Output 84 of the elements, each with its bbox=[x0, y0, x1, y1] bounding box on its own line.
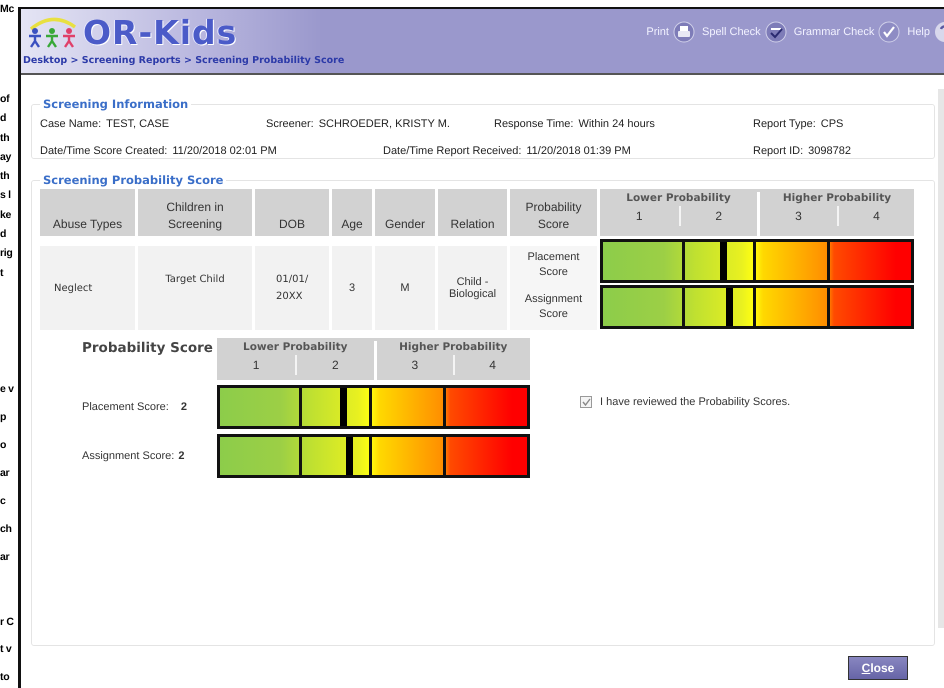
document-text-fragment: rig bbox=[0, 246, 13, 262]
scale-tick: 2 bbox=[295, 355, 374, 375]
checkbox[interactable] bbox=[580, 396, 592, 408]
toolbar-link[interactable]: Spell Check bbox=[700, 21, 789, 43]
document-text-fragment: Mc bbox=[0, 2, 14, 16]
section-title: Screening Information bbox=[42, 97, 190, 111]
document-text-fragment: th bbox=[0, 169, 10, 184]
field-label: Report Type: bbox=[753, 118, 816, 130]
column-header: Age bbox=[332, 189, 372, 236]
scale-tick: 2 bbox=[678, 206, 757, 226]
table-cell: Target Child bbox=[138, 246, 252, 330]
document-text-fragment: d bbox=[0, 111, 6, 126]
score-label: Placement Score: bbox=[82, 401, 169, 413]
document-text-fragment: ke bbox=[0, 208, 12, 223]
field-label: Date/Time Report Received: bbox=[383, 145, 522, 157]
toolbar-link[interactable]: Help bbox=[905, 21, 944, 43]
document-text-fragment: c bbox=[0, 494, 6, 509]
scale-label: Lower Probability bbox=[626, 192, 731, 204]
field-label: Date/Time Score Created: bbox=[40, 145, 168, 157]
scale-label: Lower Probability bbox=[243, 341, 348, 353]
field-value: 3098782 bbox=[808, 145, 851, 157]
document-text-fragment: t bbox=[0, 266, 4, 281]
document-text-fragment: s l bbox=[0, 188, 11, 204]
field-label: Report ID: bbox=[753, 145, 804, 157]
table-cell: M bbox=[375, 246, 435, 330]
field-label: Screener: bbox=[266, 118, 314, 130]
toolbar-link[interactable]: Grammar Check bbox=[792, 21, 902, 43]
column-header: Probability Score bbox=[510, 189, 597, 236]
score-value: 2 bbox=[178, 450, 184, 462]
field-value: TEST, CASE bbox=[106, 118, 170, 130]
document-text-fragment: ar bbox=[0, 550, 10, 565]
document-text-fragment: p bbox=[0, 410, 6, 425]
document-text-fragment: d bbox=[0, 227, 6, 242]
field-value: Within 24 hours bbox=[578, 118, 655, 130]
column-header: Abuse Types bbox=[40, 189, 135, 236]
section-title: Screening Probability Score bbox=[42, 173, 224, 187]
scale-tick: 4 bbox=[837, 206, 914, 226]
document-text-fragment: th bbox=[0, 130, 10, 146]
app-logo: OR-Kids bbox=[83, 12, 238, 52]
checkbox-label: I have reviewed the Probability Scores. bbox=[600, 396, 790, 408]
document-text-fragment: ar bbox=[0, 466, 10, 481]
field-value: 11/20/2018 01:39 PM bbox=[526, 145, 631, 157]
scale-tick: 1 bbox=[634, 208, 644, 225]
scale-label: Higher Probability bbox=[399, 341, 508, 353]
document-text-fragment: t v bbox=[0, 642, 12, 658]
document-text-fragment: r C bbox=[0, 614, 14, 630]
scale-tick: 4 bbox=[453, 355, 530, 375]
field-label: Response Time: bbox=[494, 118, 574, 130]
help-icon bbox=[934, 21, 944, 43]
table-cell: 3 bbox=[332, 246, 372, 330]
score-label: Assignment Score bbox=[510, 283, 597, 330]
scale-tick: 3 bbox=[794, 208, 803, 225]
scale-tick: 1 bbox=[252, 357, 260, 374]
printer-icon bbox=[672, 21, 695, 43]
document-text-fragment: o bbox=[0, 438, 6, 453]
document-text-fragment: ay bbox=[0, 150, 12, 165]
document-text-fragment: to bbox=[0, 670, 10, 685]
column-header: DOB bbox=[255, 189, 329, 236]
scale-label: Higher Probability bbox=[782, 192, 892, 204]
column-header: Children in Screening bbox=[138, 189, 252, 236]
field-value: CPS bbox=[820, 118, 844, 130]
table-cell: Child - Biological bbox=[438, 246, 507, 330]
scrollbar[interactable] bbox=[938, 89, 944, 628]
score-value: 2 bbox=[180, 401, 187, 413]
score-label: Assignment Score: bbox=[82, 450, 174, 462]
document-text-fragment: of bbox=[0, 92, 10, 107]
field-value: 11/20/2018 02:01 PM bbox=[172, 145, 277, 157]
score-label: Placement Score bbox=[510, 246, 597, 283]
table-cell: Neglect bbox=[40, 246, 135, 330]
spell-check-icon bbox=[764, 21, 787, 43]
close-button[interactable]: Close bbox=[848, 656, 908, 680]
breadcrumb: Desktop > Screening Reports > Screening Probability Score bbox=[23, 55, 346, 66]
field-value: SCHROEDER, KRISTY M. bbox=[318, 118, 450, 130]
toolbar-link[interactable]: Print bbox=[644, 21, 697, 43]
children-figures-icon bbox=[27, 15, 79, 49]
field-label: Case Name: bbox=[40, 118, 102, 130]
column-header: Relation bbox=[438, 189, 507, 236]
table-cell: 01/01/20XX bbox=[255, 246, 329, 330]
column-header: Gender bbox=[375, 189, 435, 236]
check-icon bbox=[878, 21, 900, 43]
summary-title: Probability Score bbox=[82, 340, 214, 356]
document-text-fragment: ch bbox=[0, 522, 12, 537]
document-text-fragment: e v bbox=[0, 382, 14, 397]
scale-tick: 3 bbox=[410, 357, 420, 374]
